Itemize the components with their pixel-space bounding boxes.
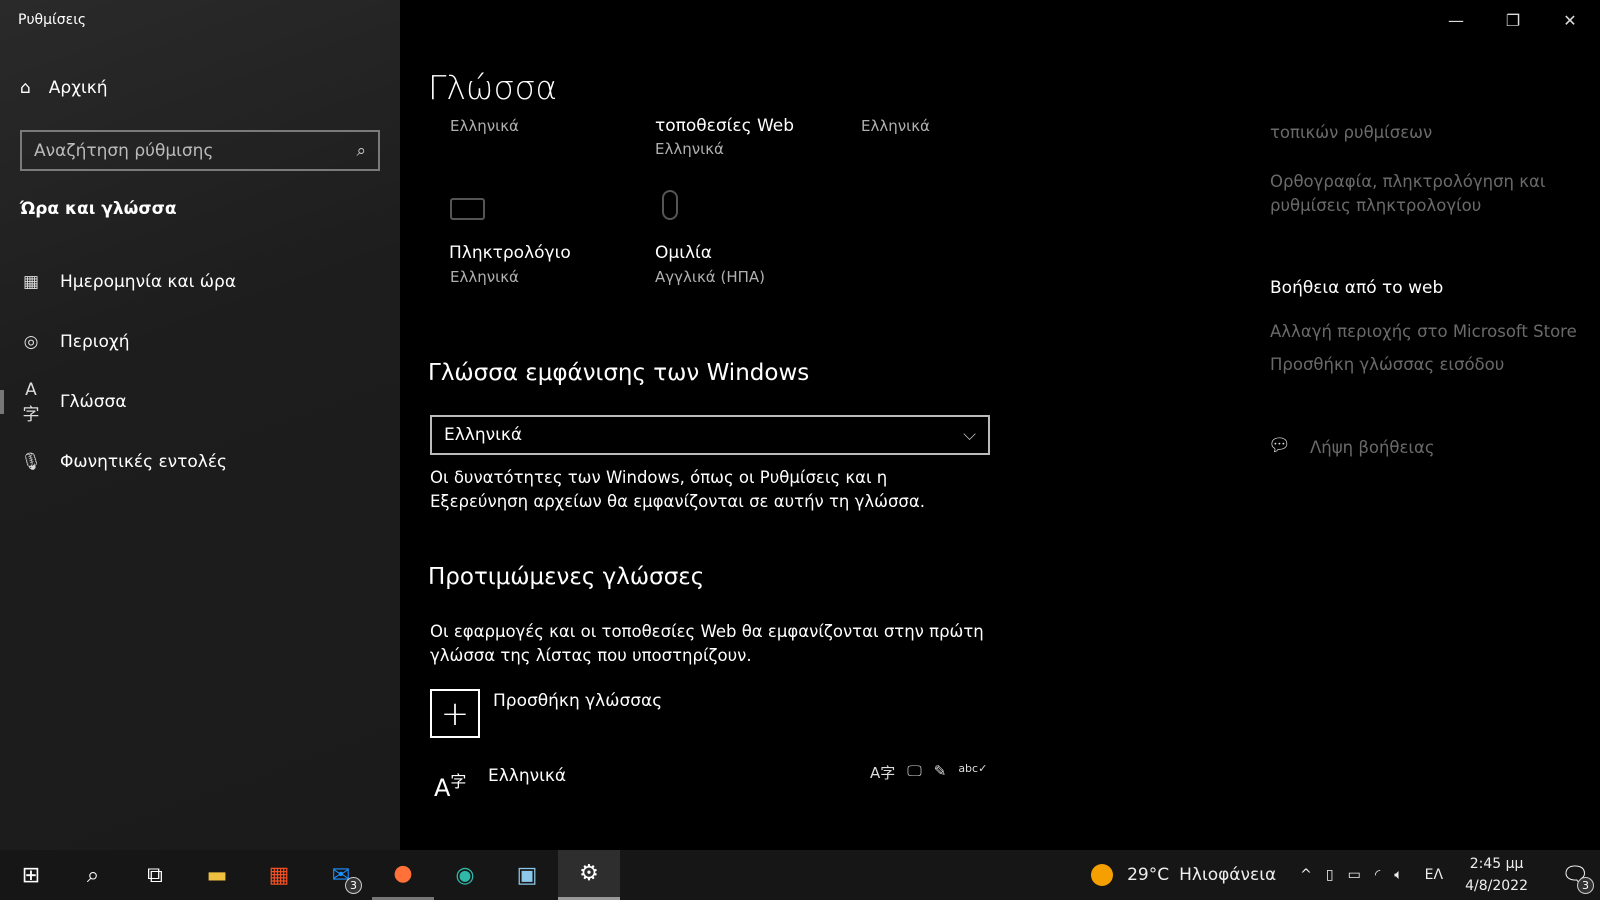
gear-icon: ⚙ <box>579 861 599 886</box>
search-button[interactable]: ⌕ <box>62 850 124 900</box>
chevron-down-icon: ⌵ <box>963 425 976 445</box>
spelling-settings-link[interactable]: Ορθογραφία, πληκτρολόγηση και ρυθμίσεις … <box>1270 170 1570 218</box>
app-icon: ▣ <box>516 862 538 888</box>
speech-icon: 🖵 <box>907 762 922 780</box>
tile-web-value: Ελληνικά <box>655 140 724 158</box>
add-language-button[interactable]: + <box>430 689 480 738</box>
preferred-languages-heading: Προτιμώμενες γλώσσες <box>428 564 705 590</box>
display-language-heading: Γλώσσα εμφάνισης των Windows <box>428 360 810 386</box>
taskbar: ⊞ ⌕ ⧉ ▬ ▦ ✉ 3 ● ◉ ▣ ⚙ 29°C Ηλιοφάνεια ^ ▯… <box>0 850 1600 900</box>
related-link[interactable]: τοπικών ρυθμίσεων <box>1270 121 1432 145</box>
sidebar-item-speech[interactable]: 🎙︎ Φωνητικές εντολές <box>0 434 400 490</box>
app-button[interactable]: ▣ <box>496 850 558 900</box>
add-language-label[interactable]: Προσθήκη γλώσσας <box>493 691 662 711</box>
keyboard-tile-label[interactable]: Πληκτρολόγιο <box>449 243 571 263</box>
restore-button[interactable]: ❐ <box>1485 0 1541 40</box>
calendar-clock-icon: ▦ <box>22 272 40 292</box>
clock[interactable]: 2:45 μμ 4/8/2022 <box>1465 853 1528 897</box>
weather-text[interactable]: Ηλιοφάνεια <box>1179 865 1276 885</box>
store-button[interactable]: ▦ <box>248 850 310 900</box>
speech-tile-label[interactable]: Ομιλία <box>655 243 712 263</box>
web-help-link[interactable]: Αλλαγή περιοχής στο Microsoft Store <box>1270 320 1577 344</box>
search-icon: ⌕ <box>356 140 366 161</box>
keyboard-icon[interactable] <box>450 198 485 220</box>
web-help-link[interactable]: Προσθήκη γλώσσας εισόδου <box>1270 353 1504 377</box>
spelling-icon: abc✓ <box>958 762 988 775</box>
task-view-button[interactable]: ⧉ <box>124 850 186 900</box>
start-button[interactable]: ⊞ <box>0 850 62 900</box>
preferred-languages-description: Οι εφαρμογές και οι τοποθεσίες Web θα εμ… <box>430 622 984 665</box>
globe-icon: ◎ <box>23 332 39 352</box>
input-indicator[interactable]: ΕΛ <box>1425 867 1443 883</box>
plus-icon: + <box>440 693 470 734</box>
store-icon: ▦ <box>268 862 290 888</box>
tile-value: Ελληνικά <box>450 117 519 135</box>
settings-taskbar-button[interactable]: ⚙ <box>558 850 620 900</box>
time: 2:45 μμ <box>1469 856 1524 872</box>
mail-button[interactable]: ✉ 3 <box>310 850 372 900</box>
home-icon: ⌂ <box>20 78 31 98</box>
get-help-icon: 💬︎ <box>1268 435 1291 456</box>
close-button[interactable]: ✕ <box>1542 0 1598 40</box>
display-language-dropdown[interactable]: Ελληνικά ⌵ <box>430 415 990 455</box>
web-help-heading: Βοήθεια από το web <box>1270 278 1444 298</box>
folder-icon: ▬ <box>206 862 228 888</box>
date: 4/8/2022 <box>1465 878 1528 894</box>
sidebar-item-region[interactable]: ◎ Περιοχή <box>0 314 400 370</box>
weather-temp[interactable]: 29°C <box>1127 865 1169 885</box>
language-item-name[interactable]: Ελληνικά <box>488 766 566 786</box>
weather-icon[interactable] <box>1091 864 1114 886</box>
wifi-icon[interactable]: ◜ <box>1375 867 1380 883</box>
edge-button[interactable]: ◉ <box>434 850 496 900</box>
windows-icon: ⊞ <box>21 862 41 888</box>
tile-value: Ελληνικά <box>861 117 930 135</box>
speech-tile-value: Αγγλικά (ΗΠΑ) <box>655 268 765 286</box>
tile-web-label[interactable]: τοποθεσίες Web <box>655 116 794 136</box>
language-pack-icon: A字 <box>870 764 896 782</box>
chevron-up-icon[interactable]: ^ <box>1300 867 1312 883</box>
microphone-icon[interactable] <box>662 190 678 220</box>
mail-badge: 3 <box>345 877 362 894</box>
category-heading: Ώρα και γλώσσα <box>20 199 177 219</box>
firefox-button[interactable]: ● <box>372 850 434 900</box>
sidebar-item-language[interactable]: A字 Γλώσσα <box>0 374 400 430</box>
file-explorer-button[interactable]: ▬ <box>186 850 248 900</box>
minimize-button[interactable]: — <box>1428 0 1484 40</box>
notifications-button[interactable]: 🗨︎ 3 <box>1550 850 1600 900</box>
search-input[interactable]: Αναζήτηση ρύθμισης ⌕ <box>20 130 380 171</box>
home-link[interactable]: ⌂ Αρχική <box>20 78 108 98</box>
keyboard-tile-value: Ελληνικά <box>450 268 519 286</box>
home-label: Αρχική <box>48 78 108 98</box>
get-help-link[interactable]: Λήψη βοήθειας <box>1310 436 1435 460</box>
notification-badge: 3 <box>1577 877 1594 894</box>
volume-icon[interactable]: 🔈︎ <box>1394 867 1402 883</box>
language-pack-icon: A字 <box>434 772 467 802</box>
language-icon: A字 <box>22 379 40 425</box>
firefox-icon: ● <box>393 861 413 886</box>
task-view-icon: ⧉ <box>147 862 163 888</box>
edge-icon: ◉ <box>455 862 475 888</box>
language-features: A字 🖵 ✎ abc✓ <box>870 762 987 783</box>
dropdown-value: Ελληνικά <box>444 425 523 445</box>
camera-icon[interactable]: ▯ <box>1326 867 1334 883</box>
sidebar-item-label: Φωνητικές εντολές <box>60 452 228 472</box>
search-icon: ⌕ <box>86 862 100 888</box>
sidebar-item-label: Ημερομηνία και ώρα <box>60 272 237 292</box>
sidebar-item-date-time[interactable]: ▦ Ημερομηνία και ώρα <box>0 254 400 310</box>
battery-icon[interactable]: ▭ <box>1348 867 1361 883</box>
app-title: Ρυθμίσεις <box>18 12 87 28</box>
sidebar: Ρυθμίσεις ⌂ Αρχική Αναζήτηση ρύθμισης ⌕ Ώρ… <box>0 0 400 850</box>
handwriting-icon: ✎ <box>933 762 947 780</box>
display-language-description: Οι δυνατότητες των Windows, όπως οι Ρυθμ… <box>430 468 926 511</box>
sidebar-item-label: Γλώσσα <box>60 392 127 412</box>
search-placeholder: Αναζήτηση ρύθμισης <box>34 140 214 161</box>
sidebar-item-label: Περιοχή <box>60 332 130 352</box>
selection-indicator <box>0 390 4 414</box>
page-title: Γλώσσα <box>428 68 558 107</box>
microphone-icon: 🎙︎ <box>20 452 42 472</box>
